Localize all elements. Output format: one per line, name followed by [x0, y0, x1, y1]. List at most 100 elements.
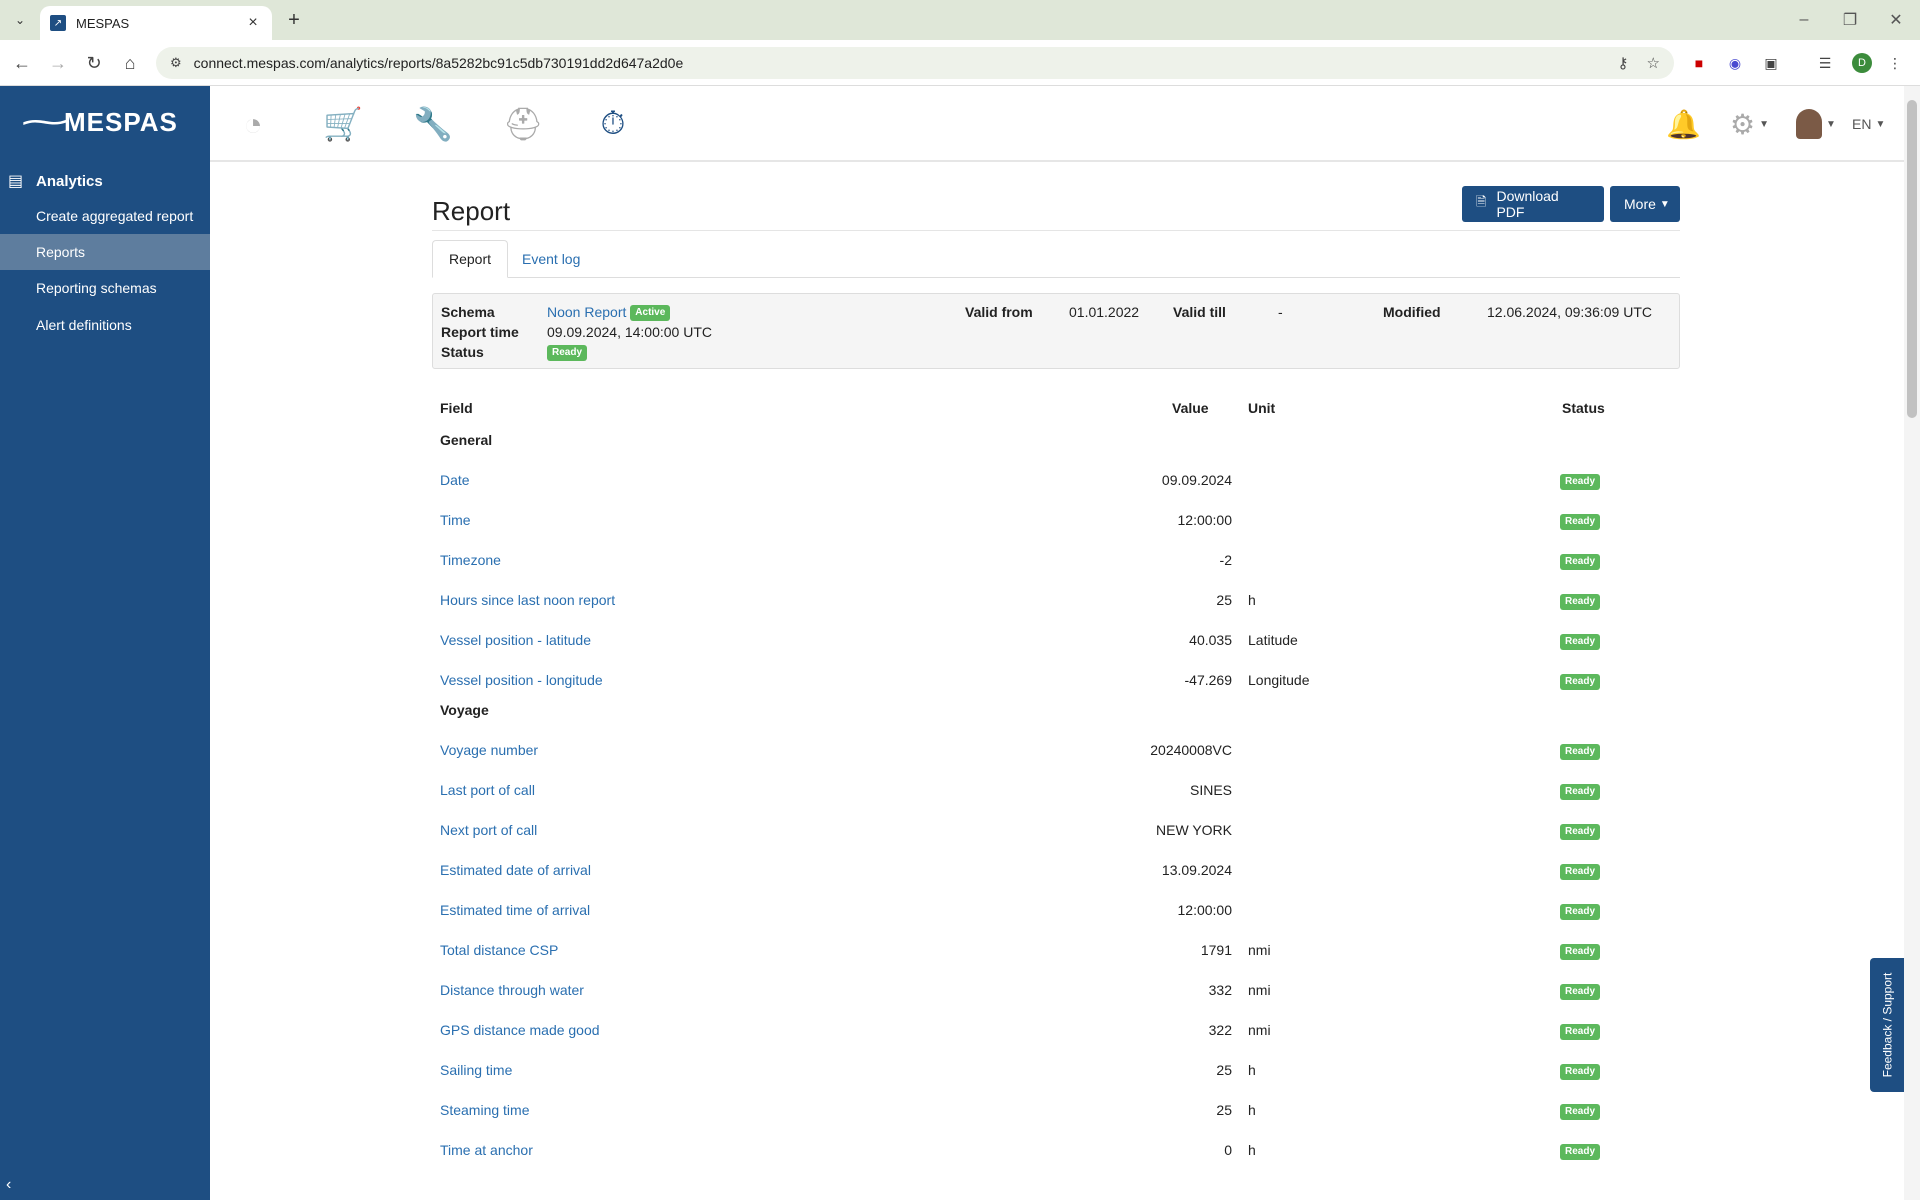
modified-value: 12.06.2024, 09:36:09 UTC — [1487, 304, 1653, 320]
field-link[interactable]: Time — [440, 512, 471, 528]
mespas-logo[interactable]: ⁓ MESPAS — [21, 102, 178, 142]
field-link[interactable]: Estimated time of arrival — [440, 902, 590, 918]
back-icon[interactable]: ← — [8, 49, 36, 77]
browser-tab[interactable]: ↗ MESPAS × — [40, 6, 272, 40]
extensions-puzzle-icon[interactable]: ▣ — [1760, 52, 1782, 74]
more-button[interactable]: More ▼ — [1610, 186, 1680, 222]
field-link[interactable]: Time at anchor — [440, 1142, 533, 1158]
field-link[interactable]: Hours since last noon report — [440, 592, 615, 608]
table-row: Hours since last noon report 25 h Ready — [440, 580, 1680, 620]
field-link[interactable]: Steaming time — [440, 1102, 529, 1118]
media-control-icon[interactable]: ☰ — [1814, 52, 1836, 74]
field-link[interactable]: Vessel position - latitude — [440, 632, 591, 648]
sidebar-item-create-aggregated-report[interactable]: Create aggregated report — [0, 198, 210, 234]
tab-event-log[interactable]: Event log — [506, 240, 596, 278]
collapse-sidebar-icon[interactable]: ‹ — [6, 1176, 11, 1194]
field-link[interactable]: Estimated date of arrival — [440, 862, 591, 878]
column-header-status: Status — [1562, 400, 1605, 416]
status-badge: Ready — [1560, 984, 1601, 1001]
pdf-extension-icon[interactable]: ■ — [1688, 52, 1710, 74]
report-icon: ▤ — [8, 173, 24, 190]
field-status: Ready — [1560, 673, 1601, 691]
active-badge: Active — [630, 305, 671, 322]
report-tabs: Report Event log — [432, 240, 1680, 278]
helmet-icon[interactable]: ⛑ — [500, 104, 546, 144]
field-value: 40.035 — [1189, 632, 1232, 648]
download-pdf-button[interactable]: 🗎 Download PDF — [1462, 186, 1604, 222]
wrench-icon[interactable]: 🔧 — [410, 104, 456, 144]
site-info-icon[interactable]: ⚙ — [170, 55, 182, 71]
status-badge: Ready — [1560, 1104, 1601, 1121]
field-value: 25 — [1216, 1102, 1232, 1118]
field-unit: Latitude — [1248, 632, 1298, 648]
field-unit: nmi — [1248, 982, 1271, 998]
field-link[interactable]: Voyage number — [440, 742, 538, 758]
status-badge: Ready — [1560, 824, 1601, 841]
title-divider — [432, 230, 1680, 231]
page-title: Report — [432, 196, 511, 226]
field-link[interactable]: Date — [440, 472, 470, 488]
minimize-icon[interactable]: – — [1784, 6, 1824, 34]
sidebar-item-reporting-schemas[interactable]: Reporting schemas — [0, 270, 210, 306]
table-row: Timezone -2 Ready — [440, 540, 1680, 580]
schema-value: Noon Report Active — [547, 304, 671, 322]
sidebar-item-alert-definitions[interactable]: Alert definitions — [0, 307, 210, 343]
field-link[interactable]: GPS distance made good — [440, 1022, 600, 1038]
field-link[interactable]: Vessel position - longitude — [440, 672, 603, 688]
bookmark-star-icon[interactable]: ☆ — [1647, 54, 1660, 72]
scroll-thumb[interactable] — [1907, 100, 1917, 418]
status-badge: Ready — [1560, 1024, 1601, 1041]
tab-close-icon[interactable]: × — [244, 14, 262, 32]
status-badge: Ready — [1560, 674, 1601, 691]
forward-icon[interactable]: → — [44, 49, 72, 77]
user-menu[interactable]: ▼ — [1796, 106, 1836, 142]
field-link[interactable]: Timezone — [440, 552, 501, 568]
browser-menu-icon[interactable]: ⋮ — [1884, 52, 1906, 74]
status-badge: Ready — [1560, 864, 1601, 881]
key-icon[interactable]: ⚷ — [1618, 54, 1629, 72]
field-link[interactable]: Last port of call — [440, 782, 535, 798]
column-header-field: Field — [440, 400, 473, 416]
field-link[interactable]: Total distance CSP — [440, 942, 558, 958]
field-link[interactable]: Sailing time — [440, 1062, 512, 1078]
field-status: Ready — [1560, 943, 1601, 961]
reload-icon[interactable]: ↻ — [80, 49, 108, 77]
caret-down-icon: ▼ — [1759, 118, 1770, 130]
field-link[interactable]: Next port of call — [440, 822, 537, 838]
field-value: NEW YORK — [1156, 822, 1232, 838]
tab-search-icon[interactable]: ⌄ — [8, 8, 32, 32]
cart-icon[interactable]: 🛒 — [320, 104, 366, 144]
table-row: GPS distance made good 322 nmi Ready — [440, 1010, 1680, 1050]
page-scrollbar[interactable] — [1904, 86, 1920, 1200]
report-time-label: Report time — [441, 324, 519, 340]
extension-circle-icon[interactable]: ◉ — [1724, 52, 1746, 74]
table-row: Total distance CSP 1791 nmi Ready — [440, 930, 1680, 970]
dashboard-icon[interactable]: ◔ — [230, 104, 276, 144]
profile-avatar[interactable]: D — [1852, 53, 1872, 73]
sidebar-section-analytics[interactable]: ▤ Analytics — [0, 166, 210, 196]
url-text[interactable]: connect.mespas.com/analytics/reports/8a5… — [194, 55, 1600, 71]
settings-menu[interactable]: ⚙ ▼ — [1730, 106, 1769, 142]
bell-icon[interactable]: 🔔 — [1666, 106, 1701, 142]
field-value: 12:00:00 — [1177, 902, 1233, 918]
window-close-icon[interactable]: ✕ — [1876, 6, 1916, 34]
tab-report[interactable]: Report — [432, 240, 509, 278]
field-status: Ready — [1560, 743, 1601, 761]
field-value: 25 — [1216, 1062, 1232, 1078]
feedback-support-button[interactable]: Feedback / Support — [1870, 958, 1904, 1092]
restore-icon[interactable]: ❐ — [1830, 6, 1870, 34]
field-link[interactable]: Distance through water — [440, 982, 584, 998]
new-tab-icon[interactable]: + — [282, 8, 306, 32]
field-value: 332 — [1208, 982, 1232, 998]
home-icon[interactable]: ⌂ — [116, 49, 144, 77]
status-badge: Ready — [1560, 1064, 1601, 1081]
stopwatch-icon[interactable]: ⏱ — [590, 104, 636, 144]
address-bar[interactable]: ⚙ connect.mespas.com/analytics/reports/8… — [156, 47, 1674, 79]
schema-link[interactable]: Noon Report — [547, 304, 626, 320]
valid-from-value: 01.01.2022 — [1069, 304, 1140, 320]
language-menu[interactable]: EN ▼ — [1852, 106, 1885, 142]
sidebar: ⁓ MESPAS ▤ Analytics Create aggregated r… — [0, 86, 210, 1200]
valid-till-value: - — [1278, 304, 1283, 320]
sidebar-item-reports[interactable]: Reports — [0, 234, 210, 270]
field-status: Ready — [1560, 513, 1601, 531]
